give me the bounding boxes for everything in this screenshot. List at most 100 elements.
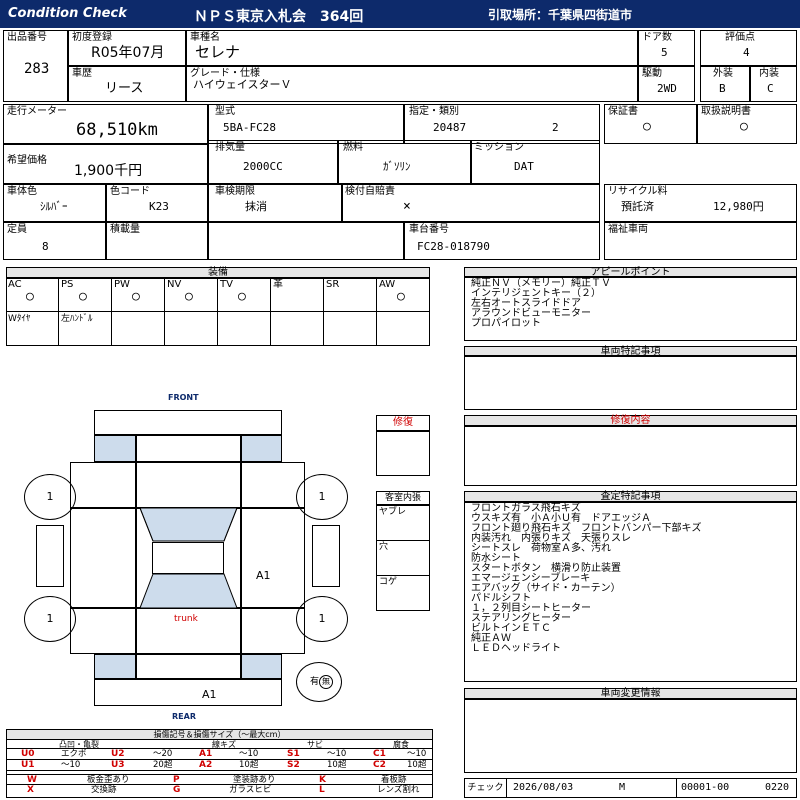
hood-front [136, 435, 241, 462]
rear-label: REAR [172, 712, 196, 721]
legend-mark-row-2: X 交換跡 G ガラスヒビ L レンズ割れ [7, 785, 432, 797]
category-value: 2 [552, 121, 559, 134]
check-label: チェック [465, 779, 507, 797]
blank-cell [208, 222, 404, 260]
displacement-cell: 排気量 2000CC [208, 140, 338, 184]
recycle-value: 12,980円 [713, 200, 764, 213]
fuel-value: ｶﾞｿﾘﾝ [383, 160, 411, 173]
legend-code: U2 [111, 749, 125, 759]
hood [136, 462, 241, 508]
legend-text: 10超 [327, 760, 347, 770]
designation-cell: 指定・類別 20487 2 [404, 104, 600, 144]
legend-code: K [319, 775, 326, 785]
legend-title: 損傷記号＆損傷サイズ（～最大cm） [7, 730, 432, 740]
manual-label: 取扱説明書 [701, 106, 751, 117]
legend-text: エクボ [61, 749, 87, 759]
windshield-svg [139, 508, 238, 608]
spare-label: 有 [310, 677, 320, 687]
displacement-value: 2000CC [243, 160, 283, 173]
equip-value-tv: ○ [238, 289, 246, 304]
equip-value-nv: ○ [185, 289, 193, 304]
equip-label-sr: SR [326, 279, 340, 290]
welfare-label: 福祉車両 [608, 224, 648, 235]
spare-mark: 無 [319, 675, 333, 689]
legend-text: ガラスヒビ [229, 785, 272, 795]
designation-value: 20487 [433, 121, 467, 134]
doors-value: 5 [661, 46, 668, 59]
inspection-cell: 車検期限 抹消 [208, 184, 342, 222]
pickup-location: 引取場所：千葉県四街道市 [488, 8, 633, 22]
damage-mark-right: A1 [256, 569, 271, 582]
inspection-notes-box: フロントガラス飛石キズ ウスキズ有 小Ａ小Ｕ有 ドアエッジＡ フロント廻り飛石キ… [464, 502, 797, 682]
equip-label-ps: PS [61, 279, 74, 290]
legend-group-corrosion: 腐食 [393, 740, 409, 749]
legend-group-rust: サビ [307, 740, 323, 749]
liability-value: × [403, 199, 411, 214]
load-cell: 積載量 [106, 222, 208, 260]
cabin-item-tear: ヤブレ [379, 507, 407, 517]
legend-row-2: U1 ～10 U3 20超 A2 10超 S2 10超 C2 10超 [7, 760, 432, 771]
repair-title-text: 修復 [393, 417, 413, 428]
appeal-box: 純正ＮＶ（メモリー）純正ＴＶ インテリジェントキー（２） 左右オートスライドドア… [464, 277, 797, 341]
note-line: ビルトインＥＴＣ [471, 623, 551, 634]
model-cell: 型式 5BA-FC28 [208, 104, 404, 144]
drive-label: 駆動 [642, 68, 662, 79]
legend-code: P [173, 775, 180, 785]
load-label: 積載量 [110, 224, 140, 235]
repair-box [376, 431, 430, 476]
trunk-label: trunk [174, 614, 198, 624]
fuel-cell: 燃料 ｶﾞｿﾘﾝ [338, 140, 471, 184]
equip-value-pw: ○ [132, 289, 140, 304]
legend-text: ～10 [407, 749, 427, 759]
equip-col-tv: TV ○ [218, 278, 271, 346]
cabin-title-text: 客室内張 [384, 493, 421, 503]
legend-text: 交換跡 [91, 785, 117, 795]
legend-code: A2 [199, 760, 213, 770]
inspection-value: 抹消 [245, 200, 267, 213]
color-code-cell: 色コード K23 [106, 184, 208, 222]
score-value: 4 [743, 46, 750, 59]
equip-w-tire: Wﾀｲﾔ [8, 314, 31, 324]
first-reg-label: 初度登録 [72, 32, 112, 43]
left-mirror-panel [36, 525, 64, 587]
left-rear-panel [70, 608, 136, 654]
legend-box: 損傷記号＆損傷サイズ（～最大cm） 凸凹・亀裂 線キズ サビ 腐食 U0 エクボ… [6, 729, 433, 798]
legend-group-scratch: 線キズ [212, 740, 236, 749]
check-date-cell: 2026/08/03 M [507, 779, 677, 797]
check-code-cell: 00001-00 0220 [677, 779, 796, 797]
legend-text: レンズ割れ [377, 785, 420, 795]
legend-text: 塗装跡あり [233, 775, 276, 785]
left-doors [70, 508, 136, 608]
capacity-label: 定員 [7, 224, 27, 235]
lot-cell: 出品番号 283 [3, 30, 68, 102]
legend-code: W [27, 775, 37, 785]
equipment-title: 装備 [6, 267, 430, 278]
header-bar: Condition Check ＮＰＳ東京入札会 364回 引取場所：千葉県四街… [0, 0, 800, 28]
rear-windshield [139, 573, 238, 608]
rear-left-quarter [94, 654, 136, 679]
inspection-label: 車検期限 [215, 186, 255, 197]
legend-code: S2 [287, 760, 300, 770]
designation-label: 指定・類別 [409, 106, 459, 117]
legend-text: ～20 [153, 749, 173, 759]
equip-value-ac: ○ [26, 289, 34, 304]
car-name-cell: 車種名 セレナ [186, 30, 638, 66]
car-name-label: 車種名 [190, 32, 220, 43]
tire-rear-left: 1 [24, 596, 76, 642]
repair-title: 修復 [376, 415, 430, 431]
interior-label: 内装 [759, 68, 779, 79]
legend-code: G [173, 785, 181, 795]
equip-value-ps: ○ [79, 289, 87, 304]
inspection-notes-title: 査定特記事項 [464, 491, 797, 502]
equip-label-leather: 革 [273, 279, 283, 290]
legend-text: 10超 [239, 760, 259, 770]
cabin-item-hole: 穴 [379, 542, 389, 552]
equip-left-handle: 左ﾊﾝﾄﾞﾙ [61, 314, 93, 324]
legend-text: 10超 [407, 760, 427, 770]
legend-code: L [319, 785, 325, 795]
equip-value-aw: ○ [397, 289, 405, 304]
cabin-row-burn: コゲ [377, 576, 429, 610]
mission-label: ミッション [474, 142, 524, 153]
equip-col-ps: PS ○ 左ﾊﾝﾄﾞﾙ [59, 278, 112, 346]
equip-col-pw: PW ○ [112, 278, 165, 346]
